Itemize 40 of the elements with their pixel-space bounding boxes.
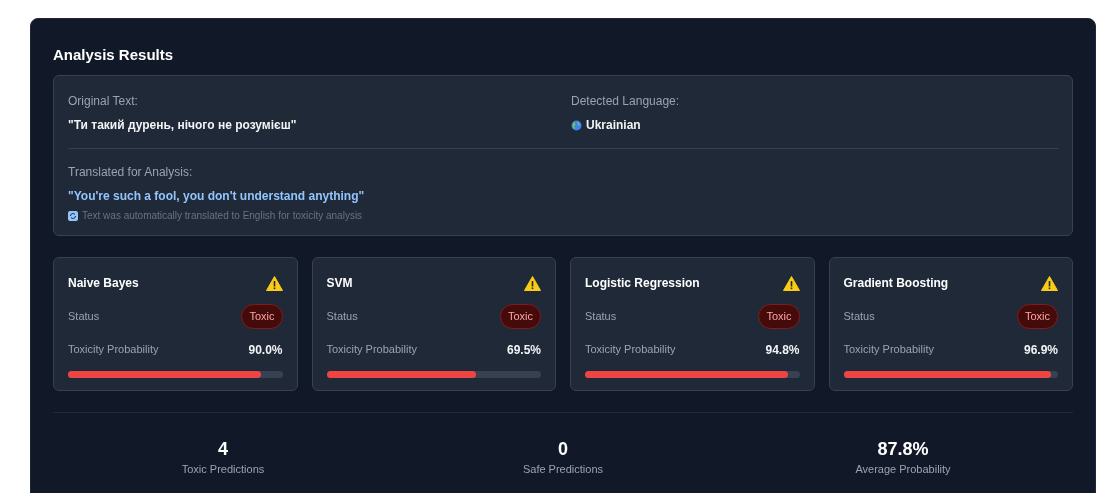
translation-note: Text was automatically translated to English for toxicity analysis [82, 209, 363, 223]
field-label: Detected Language: [571, 93, 681, 110]
probability-label: Toxicity Probability [843, 342, 934, 358]
stat-label: Safe Predictions [522, 462, 604, 477]
original-text: "Ти такий дурень, нічого не розумієш" [68, 117, 298, 134]
globe-icon [571, 119, 582, 131]
stat-value: 4 [218, 438, 228, 461]
panel-title: Analysis Results [53, 45, 175, 65]
model-name: Logistic Regression [585, 275, 700, 292]
probability-label: Toxicity Probability [68, 342, 159, 358]
probability-value: 94.8% [765, 341, 800, 359]
translated-text: "You're such a fool, you don't understand anything" [68, 188, 366, 205]
language-value: Ukrainian [586, 117, 641, 134]
warning-icon [524, 275, 541, 291]
stat-value: 0 [558, 438, 568, 461]
warning-icon [265, 275, 283, 291]
stat-value: 87.8% [877, 438, 929, 461]
probability-label: Toxicity Probability [585, 342, 676, 358]
model-name: SVM [326, 275, 353, 292]
status-badge: Toxic [758, 304, 800, 329]
translate-icon [68, 210, 78, 221]
status-badge: Toxic [1016, 304, 1058, 329]
status-label: Status [585, 309, 617, 324]
status-label: Status [843, 309, 875, 324]
field-label: Original Text: [68, 93, 139, 110]
probability-value: 96.9% [1023, 341, 1058, 359]
probability-value: 90.0% [248, 341, 283, 359]
stat-label: Average Probability [855, 462, 951, 477]
status-badge: Toxic [499, 304, 541, 329]
warning-icon [1041, 275, 1058, 291]
stat-label: Toxic Predictions [181, 462, 265, 477]
status-label: Status [68, 309, 100, 324]
model-name: Gradient Boosting [843, 275, 949, 292]
probability-value: 69.5% [506, 341, 541, 359]
status-badge: Toxic [241, 304, 283, 329]
probability-label: Toxicity Probability [326, 342, 417, 358]
warning-icon [782, 275, 800, 291]
model-name: Naive Bayes [68, 275, 139, 292]
field-label: Translated for Analysis: [68, 164, 194, 181]
status-label: Status [326, 309, 358, 324]
